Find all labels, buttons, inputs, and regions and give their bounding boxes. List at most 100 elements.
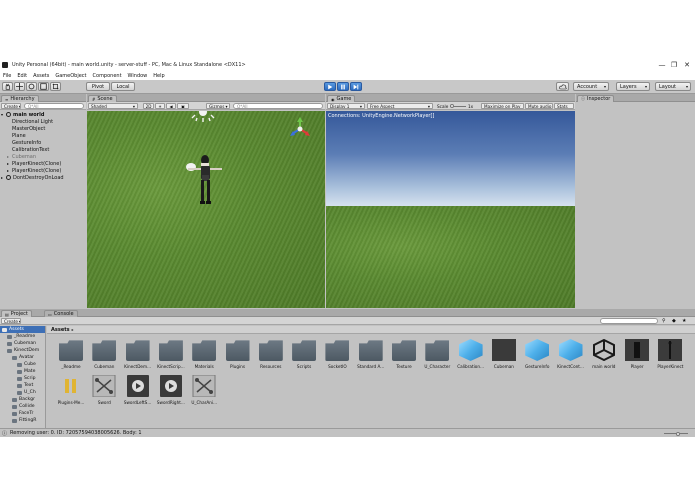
layout-dropdown[interactable]: Layout ▾ xyxy=(655,82,691,91)
asset-item[interactable]: KinectDem... xyxy=(123,339,153,375)
asset-item[interactable]: U_CharAni... xyxy=(189,375,219,411)
tree-item[interactable]: Scrip xyxy=(0,375,45,382)
menu-edit[interactable]: Edit xyxy=(17,73,27,79)
asset-item[interactable]: SwordRight... xyxy=(156,375,186,411)
breadcrumb-assets[interactable]: Assets xyxy=(51,327,70,333)
stats-toggle[interactable]: Stats xyxy=(554,103,574,109)
mode-2d-toggle[interactable]: 2D xyxy=(143,103,154,109)
zoom-slider-handle[interactable] xyxy=(676,431,680,436)
shading-mode-dropdown[interactable]: Shaded ▾ xyxy=(88,103,138,109)
scale-slider-handle[interactable] xyxy=(450,104,454,108)
asset-item[interactable]: KinectScrip... xyxy=(156,339,186,375)
tree-item[interactable]: Assets xyxy=(0,326,45,333)
menu-help[interactable]: Help xyxy=(153,73,164,79)
scene-viewport[interactable] xyxy=(87,111,325,308)
hierarchy-search-input[interactable]: Q*All xyxy=(24,103,84,109)
tree-item[interactable]: KinectDem xyxy=(0,347,45,354)
asset-item[interactable]: Sword xyxy=(89,375,119,411)
asset-item[interactable]: Plugins-Me... xyxy=(56,375,86,411)
asset-item[interactable]: Materials xyxy=(189,339,219,375)
tree-item[interactable]: U_Ch xyxy=(0,389,45,396)
menu-component[interactable]: Component xyxy=(93,73,122,79)
zoom-slider[interactable] xyxy=(664,431,688,436)
tree-item[interactable]: Collide xyxy=(0,403,45,410)
asset-item[interactable]: PlayerKinect xyxy=(655,339,685,375)
scene-search-input[interactable]: Q*All xyxy=(233,103,323,109)
scene-root[interactable]: ▾ main world xyxy=(0,111,44,118)
dont-destroy-on-load-root[interactable]: ▸ DontDestroyOnLoad xyxy=(0,174,64,181)
asset-item[interactable]: Scripts xyxy=(289,339,319,375)
step-button[interactable] xyxy=(350,82,362,91)
aspect-dropdown[interactable]: Free Aspect ▾ xyxy=(367,103,433,109)
tree-item[interactable]: Mate xyxy=(0,368,45,375)
list-item[interactable]: ▸ PlayerKinect(Clone) xyxy=(0,160,61,167)
play-button[interactable] xyxy=(324,82,336,91)
hand-tool-button[interactable] xyxy=(2,82,13,91)
asset-item[interactable]: Cubeman xyxy=(89,339,119,375)
menu-file[interactable]: File xyxy=(3,73,11,79)
close-button[interactable]: ✕ xyxy=(676,59,695,71)
rect-tool-button[interactable] xyxy=(50,82,61,91)
tree-item[interactable]: Cube xyxy=(0,361,45,368)
tab-hierarchy[interactable]: ≡ Hierarchy xyxy=(1,95,39,102)
tree-item[interactable]: FaceTr xyxy=(0,410,45,417)
filter-by-type-icon[interactable]: ⚲ xyxy=(662,318,666,324)
menu-window[interactable]: Window xyxy=(128,73,148,79)
display-dropdown[interactable]: Display 1 ▾ xyxy=(327,103,365,109)
asset-item[interactable]: Resources xyxy=(256,339,286,375)
rotate-tool-button[interactable] xyxy=(26,82,37,91)
asset-item[interactable]: Cubeman xyxy=(489,339,519,375)
list-item[interactable]: MasterObject xyxy=(0,125,45,132)
account-dropdown[interactable]: Account ▾ xyxy=(573,82,609,91)
menu-assets[interactable]: Assets xyxy=(33,73,49,79)
asset-item[interactable]: SocketIO xyxy=(322,339,352,375)
list-item[interactable]: Plane xyxy=(0,132,26,139)
asset-item[interactable]: Player xyxy=(622,339,652,375)
audio-toggle[interactable]: ◀ xyxy=(166,103,176,109)
list-item[interactable]: Directional Light xyxy=(0,118,53,125)
tree-item[interactable]: _Readme xyxy=(0,333,45,340)
project-search-input[interactable] xyxy=(600,318,658,324)
effects-dropdown[interactable]: ▣ xyxy=(177,103,189,109)
tree-item[interactable]: FittingR xyxy=(0,417,45,424)
mute-audio-toggle[interactable]: Mute audio xyxy=(525,103,553,109)
pivot-toggle[interactable]: Pivot xyxy=(86,82,110,91)
asset-item[interactable]: GestureInfo xyxy=(522,339,552,375)
pause-button[interactable] xyxy=(337,82,349,91)
local-toggle[interactable]: Local xyxy=(111,82,135,91)
asset-item[interactable]: Plugins xyxy=(223,339,253,375)
menu-gameobject[interactable]: GameObject xyxy=(55,73,86,79)
list-item[interactable]: CalibrationText xyxy=(0,146,49,153)
asset-item[interactable]: Calibration... xyxy=(456,339,486,375)
filter-by-label-icon[interactable]: ◆ xyxy=(672,318,676,324)
asset-item[interactable]: KinectCont... xyxy=(556,339,586,375)
list-item[interactable]: ▸ PlayerKinect(Clone) xyxy=(0,167,61,174)
layers-dropdown[interactable]: Layers ▾ xyxy=(616,82,650,91)
tab-game[interactable]: ◉ Game xyxy=(327,95,356,102)
lighting-toggle[interactable]: ☀ xyxy=(155,103,165,109)
hierarchy-create-button[interactable]: Create ▾ xyxy=(1,103,21,109)
star-icon[interactable]: ★ xyxy=(682,318,686,324)
list-item[interactable]: ▸ Cubeman xyxy=(0,153,36,160)
asset-item[interactable]: main world xyxy=(589,339,619,375)
maximize-on-play-toggle[interactable]: Maximize on Play xyxy=(481,103,524,109)
tab-inspector[interactable]: ⓘ Inspector xyxy=(577,95,615,102)
tab-console[interactable]: ▭ Console xyxy=(44,310,78,317)
project-create-button[interactable]: Create ▾ xyxy=(1,318,21,324)
tree-item[interactable]: Backgr xyxy=(0,396,45,403)
scale-tool-button[interactable] xyxy=(38,82,49,91)
tab-scene[interactable]: # Scene xyxy=(88,95,117,102)
asset-item[interactable]: U_Character xyxy=(422,339,452,375)
tree-item[interactable]: Cubeman xyxy=(0,340,45,347)
asset-item[interactable]: SwordLeftS... xyxy=(123,375,153,411)
asset-item[interactable]: Texture xyxy=(389,339,419,375)
tab-project[interactable]: ▤ Project xyxy=(1,310,32,317)
list-item[interactable]: GestureInfo xyxy=(0,139,41,146)
cloud-button[interactable] xyxy=(556,82,569,91)
gizmos-dropdown[interactable]: Gizmos ▾ xyxy=(206,103,230,109)
scale-slider[interactable] xyxy=(450,104,466,108)
move-tool-button[interactable] xyxy=(14,82,25,91)
asset-item[interactable]: _Readme xyxy=(56,339,86,375)
game-viewport[interactable]: Connections: UnityEngine.NetworkPlayer[] xyxy=(326,111,575,308)
asset-item[interactable]: Standard A... xyxy=(356,339,386,375)
